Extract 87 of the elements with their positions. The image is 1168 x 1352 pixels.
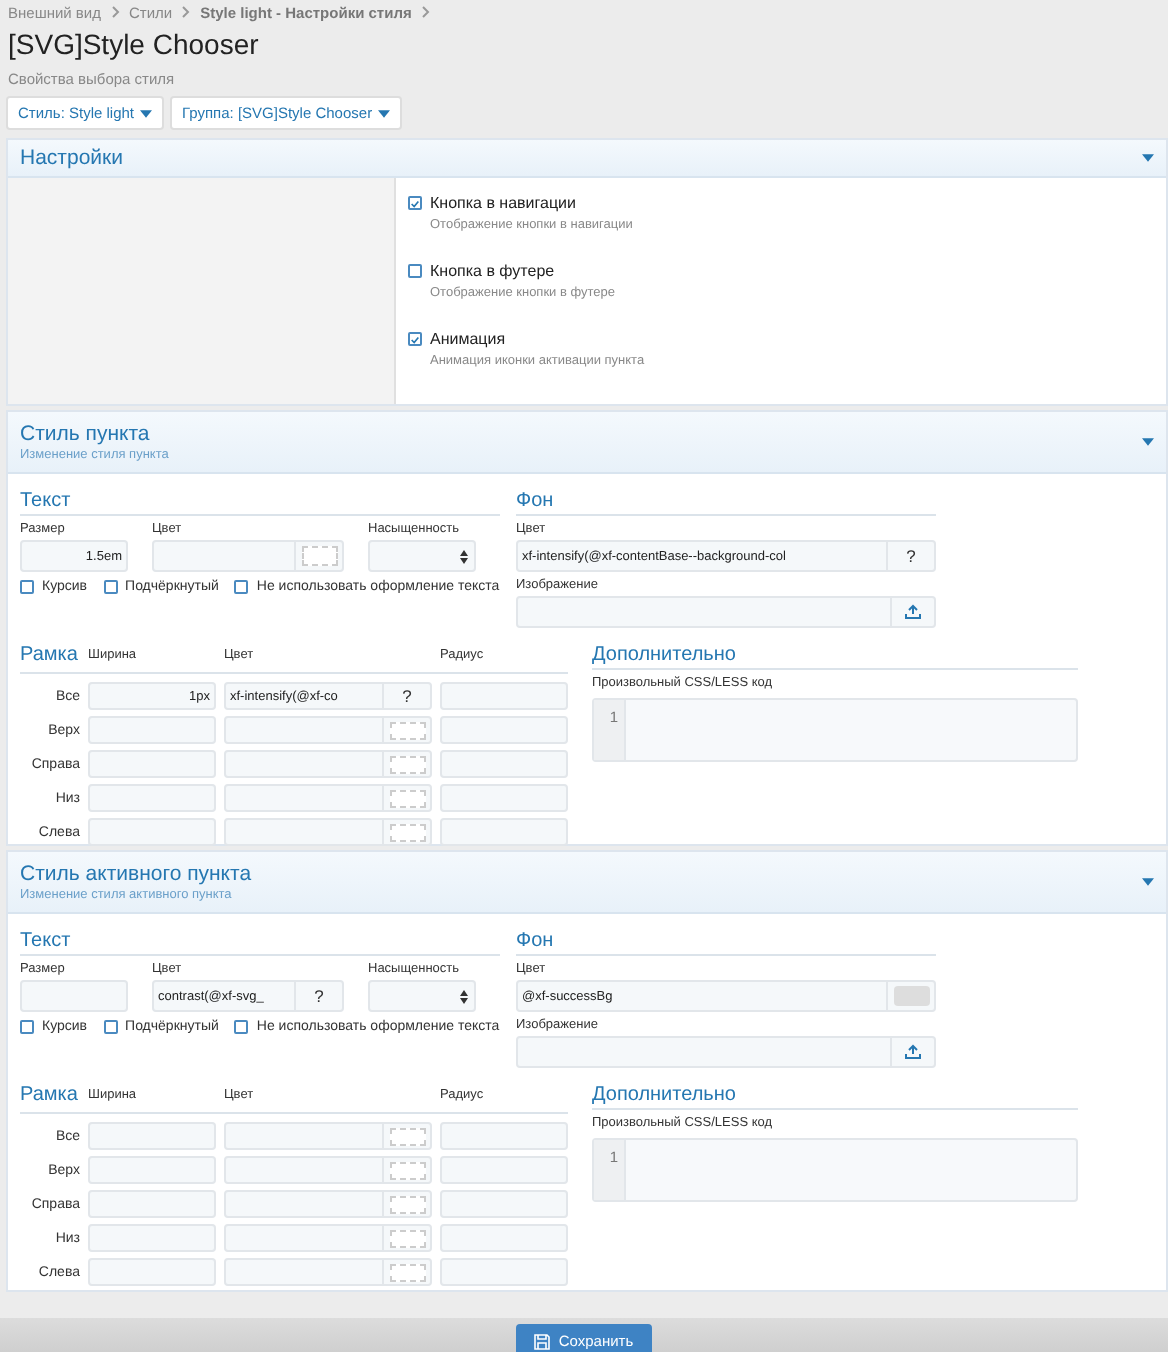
radius-field[interactable] bbox=[440, 784, 568, 812]
color-picker-button[interactable]: ? bbox=[384, 682, 432, 710]
color-field[interactable] bbox=[224, 1122, 384, 1150]
section-title: Стиль активного пункта bbox=[20, 862, 252, 886]
color-field[interactable] bbox=[224, 818, 384, 846]
caret-icon bbox=[1142, 438, 1154, 446]
color-picker-button[interactable] bbox=[384, 784, 432, 812]
checkbox[interactable] bbox=[408, 264, 422, 278]
width-field[interactable] bbox=[88, 1258, 216, 1286]
color-picker-button[interactable] bbox=[384, 1122, 432, 1150]
radius-field[interactable] bbox=[440, 750, 568, 778]
group-heading: Дополнительно bbox=[592, 644, 1078, 670]
color-field[interactable] bbox=[152, 540, 296, 572]
image-field[interactable] bbox=[516, 596, 892, 628]
width-field[interactable] bbox=[88, 784, 216, 812]
group-heading: Фон bbox=[516, 490, 936, 516]
caret-icon bbox=[140, 109, 153, 117]
radius-field[interactable] bbox=[440, 682, 568, 710]
option-label: Кнопка в футере bbox=[430, 262, 557, 280]
upload-icon bbox=[904, 604, 922, 620]
checkbox[interactable] bbox=[103, 580, 118, 594]
width-field[interactable] bbox=[88, 1122, 216, 1150]
width-field[interactable] bbox=[88, 750, 216, 778]
checkbox[interactable] bbox=[103, 1020, 118, 1034]
upload-button[interactable] bbox=[892, 596, 936, 628]
group-heading: Дополнительно bbox=[592, 1084, 1078, 1110]
updown-arrows-icon bbox=[460, 989, 468, 1003]
color-field[interactable] bbox=[224, 716, 384, 744]
upload-icon bbox=[904, 1044, 922, 1060]
size-field[interactable] bbox=[20, 980, 128, 1012]
weight-select[interactable] bbox=[368, 540, 476, 572]
width-field[interactable] bbox=[88, 1224, 216, 1252]
caret-icon bbox=[1142, 154, 1154, 162]
color-picker-button[interactable] bbox=[296, 540, 344, 572]
radius-field[interactable] bbox=[440, 1258, 568, 1286]
section-header[interactable]: Настройки bbox=[8, 140, 1166, 178]
radius-field[interactable] bbox=[440, 1122, 568, 1150]
checkbox[interactable] bbox=[408, 332, 422, 346]
option-label: Анимация bbox=[430, 330, 508, 348]
color-field[interactable] bbox=[224, 750, 384, 778]
width-field[interactable] bbox=[88, 1190, 216, 1218]
radius-field[interactable] bbox=[440, 1190, 568, 1218]
chevron-icon bbox=[182, 6, 191, 18]
color-picker-button[interactable]: ? bbox=[296, 980, 344, 1012]
color-picker-button[interactable] bbox=[384, 818, 432, 846]
width-field[interactable] bbox=[88, 818, 216, 846]
weight-select[interactable] bbox=[368, 980, 476, 1012]
radius-field[interactable] bbox=[440, 818, 568, 846]
color-field[interactable] bbox=[224, 784, 384, 812]
color-field[interactable] bbox=[224, 1156, 384, 1184]
checkbox[interactable] bbox=[20, 580, 34, 594]
color-field[interactable] bbox=[224, 1258, 384, 1286]
caret-icon bbox=[378, 109, 391, 117]
updown-arrows-icon bbox=[460, 549, 468, 563]
group-heading: Рамка bbox=[20, 644, 80, 666]
section-title: Настройки bbox=[20, 146, 123, 170]
page-title: [SVG]Style Chooser bbox=[6, 26, 261, 64]
color-field[interactable] bbox=[224, 1190, 384, 1218]
width-field[interactable] bbox=[88, 1156, 216, 1184]
color-picker-button[interactable] bbox=[384, 1156, 432, 1184]
caret-icon bbox=[1142, 878, 1154, 886]
group-heading: Текст bbox=[20, 490, 500, 516]
option-label: Кнопка в навигации bbox=[430, 194, 578, 212]
checkbox[interactable] bbox=[234, 580, 249, 594]
color-picker-button[interactable] bbox=[384, 750, 432, 778]
group-heading: Фон bbox=[516, 930, 936, 956]
color-picker-button[interactable] bbox=[384, 716, 432, 744]
image-field[interactable] bbox=[516, 1036, 892, 1068]
color-picker-button[interactable] bbox=[384, 1224, 432, 1252]
radius-field[interactable] bbox=[440, 1156, 568, 1184]
chevron-icon bbox=[421, 6, 430, 18]
upload-button[interactable] bbox=[892, 1036, 936, 1068]
color-picker-button[interactable] bbox=[384, 1258, 432, 1286]
chevron-icon bbox=[111, 6, 119, 18]
color-field[interactable] bbox=[224, 1224, 384, 1252]
checkbox[interactable] bbox=[408, 196, 422, 210]
section-title: Стиль пункта bbox=[20, 422, 152, 446]
checkbox[interactable] bbox=[234, 1020, 249, 1034]
group-heading: Текст bbox=[20, 930, 500, 956]
color-swatch[interactable] bbox=[893, 986, 929, 1006]
width-field[interactable] bbox=[88, 716, 216, 744]
group-heading: Рамка bbox=[20, 1084, 80, 1106]
checkbox[interactable] bbox=[20, 1020, 34, 1034]
color-picker-button[interactable]: ? bbox=[888, 540, 936, 572]
color-picker-button[interactable] bbox=[384, 1190, 432, 1218]
radius-field[interactable] bbox=[440, 716, 568, 744]
radius-field[interactable] bbox=[440, 1224, 568, 1252]
